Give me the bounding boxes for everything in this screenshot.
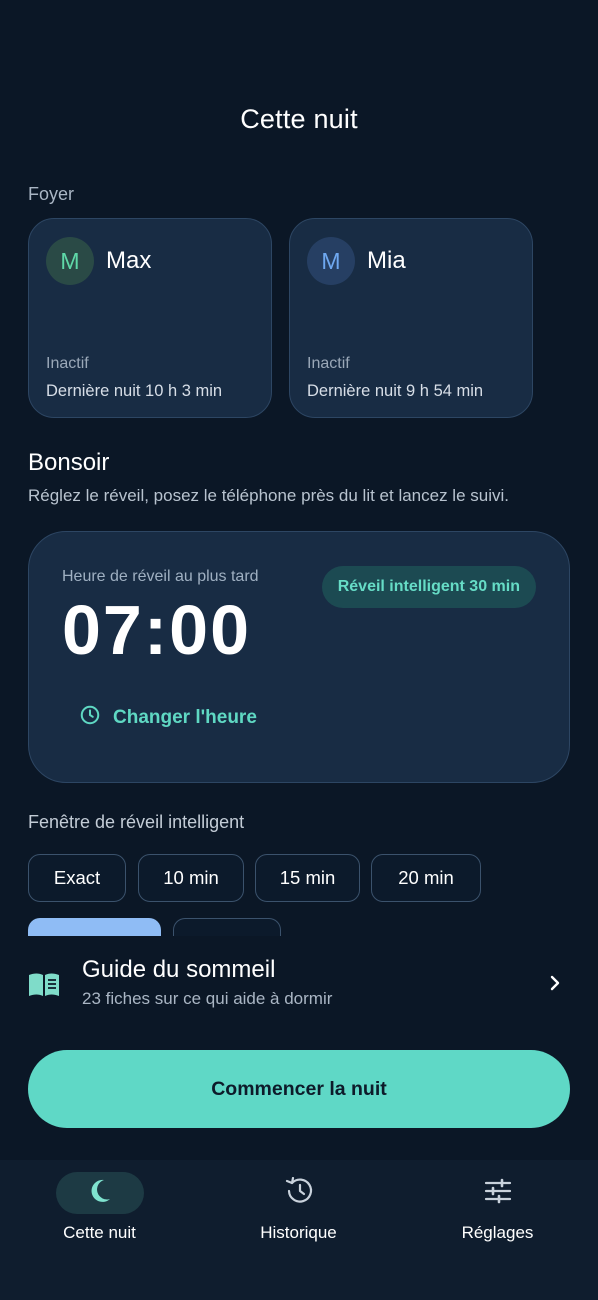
nav-tab-history[interactable]: Historique <box>199 1160 398 1260</box>
member-name: Max <box>106 247 152 274</box>
member-last-night: Dernière nuit 9 h 54 min <box>307 382 484 400</box>
member-status: Inactif <box>307 355 350 372</box>
avatar: M <box>307 237 355 285</box>
nav-label: Réglages <box>461 1223 534 1242</box>
sliders-icon <box>484 1178 512 1209</box>
guide-subtitle: 23 fiches sur ce qui aide à dormir <box>82 989 333 1008</box>
household-label: Foyer <box>28 184 75 204</box>
member-name: Mia <box>367 247 406 274</box>
member-status: Inactif <box>46 355 89 372</box>
nav-tab-settings[interactable]: Réglages <box>398 1160 597 1260</box>
chevron-right-icon <box>548 974 562 997</box>
window-option-20[interactable]: 20 min <box>371 854 481 902</box>
guide-title: Guide du sommeil <box>82 956 276 983</box>
avatar: M <box>46 237 94 285</box>
nav-icon-wrap <box>255 1172 343 1214</box>
change-time-button[interactable]: Changer l'heure <box>79 704 257 732</box>
history-icon <box>284 1176 314 1210</box>
sleep-guide-row[interactable]: Guide du sommeil 23 fiches sur ce qui ai… <box>0 936 598 1036</box>
smart-wake-badge: Réveil intelligent 30 min <box>321 566 536 608</box>
moon-icon <box>88 1178 112 1209</box>
window-option-15[interactable]: 15 min <box>255 854 360 902</box>
greeting-title: Bonsoir <box>28 449 110 476</box>
alarm-label: Heure de réveil au plus tard <box>62 568 259 585</box>
window-option-selected-partial[interactable] <box>28 918 161 936</box>
alarm-card: Heure de réveil au plus tard 07:00 Révei… <box>28 531 570 783</box>
start-night-button[interactable]: Commencer la nuit <box>28 1050 570 1128</box>
window-option-exact[interactable]: Exact <box>28 854 126 902</box>
member-card-max[interactable]: M Max Inactif Dernière nuit 10 h 3 min <box>28 218 272 418</box>
clock-icon <box>79 704 101 732</box>
window-option-10[interactable]: 10 min <box>138 854 244 902</box>
nav-tab-tonight[interactable]: Cette nuit <box>0 1160 199 1260</box>
nav-icon-wrap <box>454 1172 542 1214</box>
window-option-partial[interactable] <box>173 918 281 936</box>
book-icon <box>28 972 60 1003</box>
greeting-subtitle: Réglez le réveil, posez le téléphone prè… <box>28 486 509 505</box>
alarm-time[interactable]: 07:00 <box>62 590 251 670</box>
nav-active-pill <box>55 1172 144 1214</box>
member-card-mia[interactable]: M Mia Inactif Dernière nuit 9 h 54 min <box>289 218 533 418</box>
nav-label: Historique <box>260 1223 337 1242</box>
nav-label: Cette nuit <box>63 1223 136 1242</box>
member-last-night: Dernière nuit 10 h 3 min <box>46 382 223 400</box>
page-title: Cette nuit <box>240 104 358 134</box>
bottom-nav: Cette nuit Historique Réglages <box>0 1160 598 1300</box>
change-time-label: Changer l'heure <box>113 707 257 728</box>
smart-window-label: Fenêtre de réveil intelligent <box>28 812 245 832</box>
